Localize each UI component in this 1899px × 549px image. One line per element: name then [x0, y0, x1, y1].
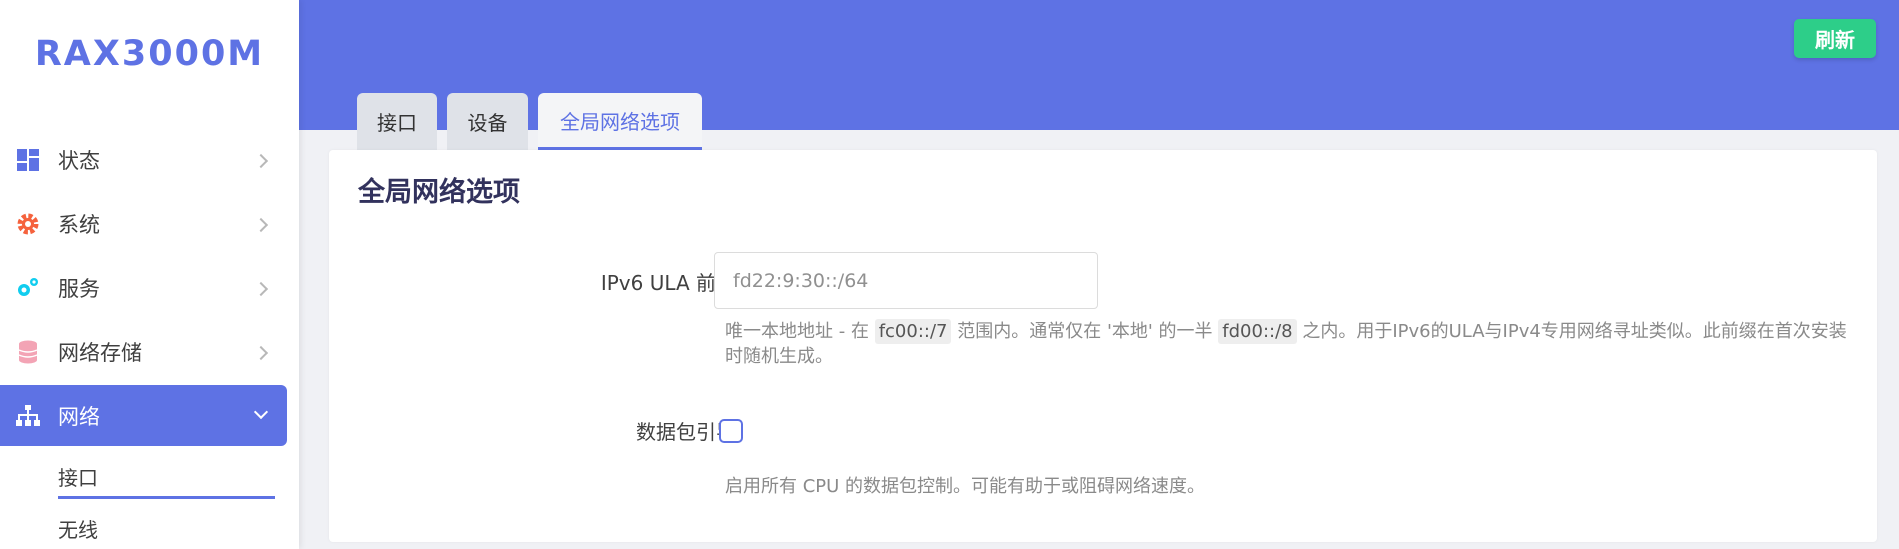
sidebar: RAX3000M 状态 系统 服务 网络存储 网络 接口 无线 — [0, 0, 299, 549]
tab-interfaces[interactable]: 接口 — [357, 93, 437, 150]
tab-global-network-options[interactable]: 全局网络选项 — [538, 93, 702, 150]
brand-logo[interactable]: RAX3000M — [0, 34, 299, 74]
cogs-icon — [16, 276, 40, 300]
sidebar-item-label: 网络 — [58, 404, 100, 429]
sidebar-item-label: 服务 — [58, 276, 100, 301]
sidebar-item-nas[interactable]: 网络存储 — [0, 321, 287, 382]
database-icon — [16, 340, 40, 364]
submenu-item-wireless[interactable]: 无线 — [58, 514, 98, 543]
sidebar-item-label: 系统 — [58, 212, 100, 237]
sidebar-item-system[interactable]: 系统 — [0, 193, 287, 254]
code-fd00: fd00::/8 — [1218, 319, 1297, 344]
code-fc00: fc00::/7 — [874, 319, 952, 344]
dashboard-icon — [16, 148, 40, 172]
description-text: 范围内。通常仅在 '本地' 的一半 — [957, 321, 1213, 342]
ula-prefix-description: 唯一本地地址 - 在 fc00::/7 范围内。通常仅在 '本地' 的一半 fd… — [725, 319, 1855, 369]
section-title: 全局网络选项 — [358, 177, 520, 208]
description-text: 唯一本地地址 - 在 — [725, 321, 869, 342]
submenu-item-interfaces[interactable]: 接口 — [58, 462, 98, 491]
settings-card: 全局网络选项 IPv6 ULA 前缀 唯一本地地址 - 在 fc00::/7 范… — [329, 150, 1877, 542]
packet-steering-checkbox[interactable] — [719, 419, 743, 443]
chevron-down-icon — [253, 404, 269, 420]
sidebar-item-label: 网络存储 — [58, 340, 142, 365]
refresh-button[interactable]: 刷新 — [1794, 19, 1876, 58]
sidebar-item-network[interactable]: 网络 — [0, 385, 287, 446]
chevron-right-icon — [253, 153, 269, 169]
sidebar-item-services[interactable]: 服务 — [0, 257, 287, 318]
gear-icon — [16, 212, 40, 236]
ula-prefix-input[interactable] — [714, 252, 1098, 309]
sidebar-item-status[interactable]: 状态 — [0, 129, 287, 190]
packet-steering-description: 启用所有 CPU 的数据包控制。可能有助于或阻碍网络速度。 — [725, 476, 1206, 497]
chevron-right-icon — [253, 217, 269, 233]
chevron-right-icon — [253, 345, 269, 361]
network-icon — [16, 404, 40, 428]
active-indicator — [58, 496, 275, 499]
tab-devices[interactable]: 设备 — [447, 93, 528, 150]
sidebar-item-label: 状态 — [58, 148, 100, 173]
chevron-right-icon — [253, 281, 269, 297]
